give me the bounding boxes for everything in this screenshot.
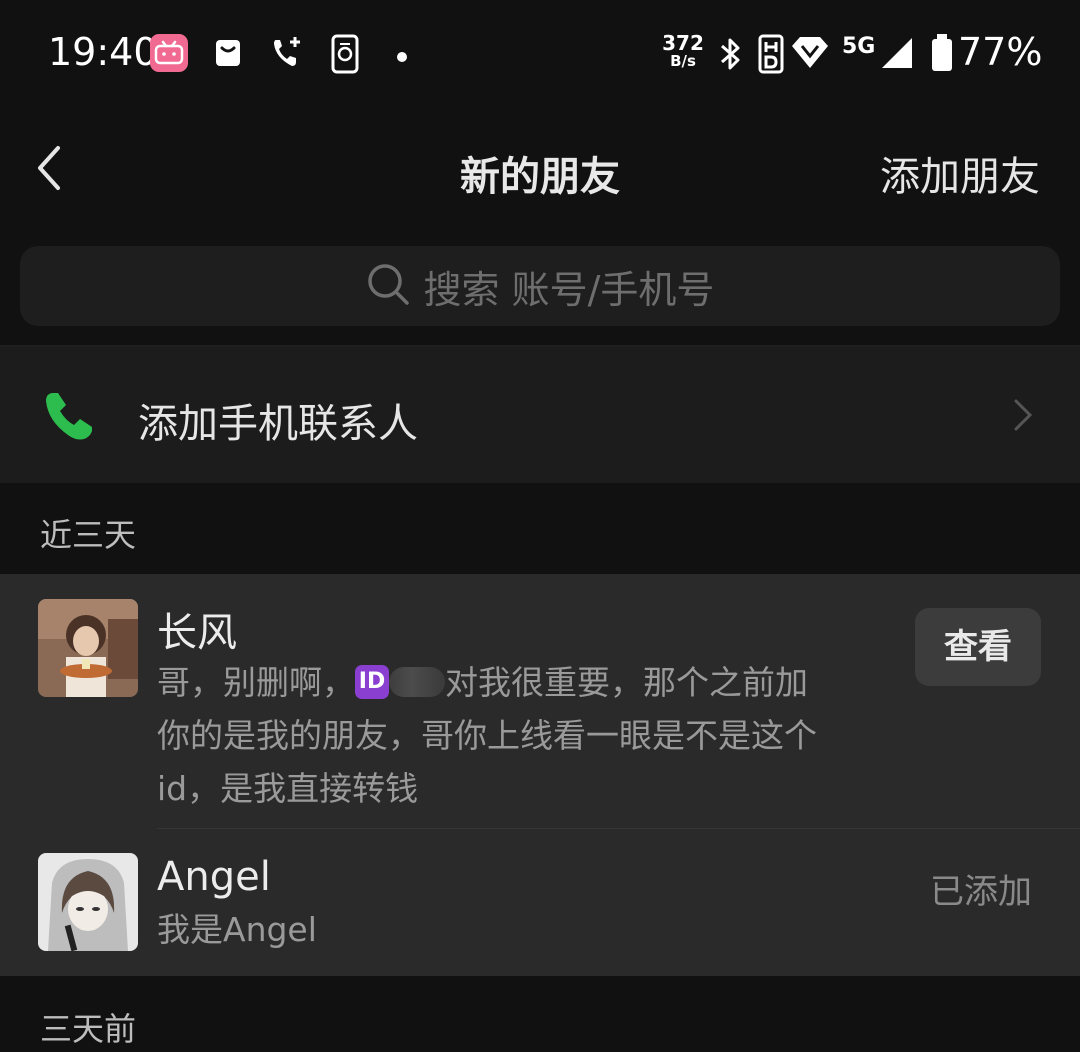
- avatar: [38, 853, 138, 951]
- bluetooth-icon: [714, 36, 746, 76]
- network-type: 5G: [842, 34, 876, 59]
- message-text: 哥，别删啊，: [157, 663, 355, 702]
- notification-dot-icon: [396, 48, 408, 67]
- redacted-text: [389, 666, 445, 697]
- status-time: 19:40: [48, 30, 158, 74]
- shopping-bag-icon: [214, 34, 242, 72]
- search-input[interactable]: 搜索 账号/手机号: [20, 246, 1060, 326]
- avatar: [38, 599, 138, 697]
- wifi-icon: [790, 34, 830, 76]
- search-placeholder: 搜索 账号/手机号: [423, 267, 715, 312]
- request-name: 长风: [157, 610, 237, 656]
- battery-icon: [930, 34, 954, 76]
- request-message: 我是Angel: [157, 910, 317, 949]
- bilibili-icon: [150, 34, 188, 72]
- added-status: 已添加: [930, 872, 1032, 912]
- phone-icon: [42, 389, 96, 447]
- page-title: 新的朋友: [460, 154, 620, 200]
- friend-request-item[interactable]: 长风 哥，别删啊， ID 对我很重要，那个之前加你的是我的朋友，哥你上线看一眼是不是…: [0, 574, 1080, 829]
- chevron-right-icon: [1010, 397, 1034, 437]
- status-bar: 19:40 372 B/s 5G 77%: [0, 0, 1080, 105]
- add-phone-contacts-row[interactable]: 添加手机联系人: [0, 347, 1080, 483]
- hd-icon: [758, 34, 784, 78]
- phone-sync-icon: [330, 34, 362, 78]
- friend-request-item[interactable]: Angel 我是Angel 已添加: [0, 828, 1080, 976]
- network-speed: 372 B/s: [662, 31, 704, 70]
- view-button[interactable]: 查看: [915, 608, 1041, 686]
- add-phone-contacts-label: 添加手机联系人: [138, 401, 418, 447]
- section-label-recent: 近三天: [40, 516, 137, 554]
- signal-icon: [880, 36, 914, 74]
- friend-request-list: 长风 哥，别删啊， ID 对我很重要，那个之前加你的是我的朋友，哥你上线看一眼是不是…: [0, 574, 1080, 976]
- section-label-older: 三天前: [40, 1010, 137, 1048]
- chevron-left-icon: [28, 146, 80, 200]
- add-friend-button[interactable]: 添加朋友: [880, 144, 1040, 202]
- back-button[interactable]: [28, 140, 80, 196]
- request-message: 哥，别删啊， ID 对我很重要，那个之前加你的是我的朋友，哥你上线看一眼是不是这个i…: [157, 656, 837, 815]
- id-badge: ID: [355, 664, 389, 699]
- request-name: Angel: [157, 854, 271, 900]
- call-forward-icon: [270, 34, 302, 74]
- battery-percent: 77%: [958, 30, 1043, 74]
- search-icon: [366, 262, 410, 310]
- new-friends-screen: 19:40 372 B/s 5G 77% 新的朋友 添加朋友 搜索 账号/手机号…: [0, 0, 1080, 1052]
